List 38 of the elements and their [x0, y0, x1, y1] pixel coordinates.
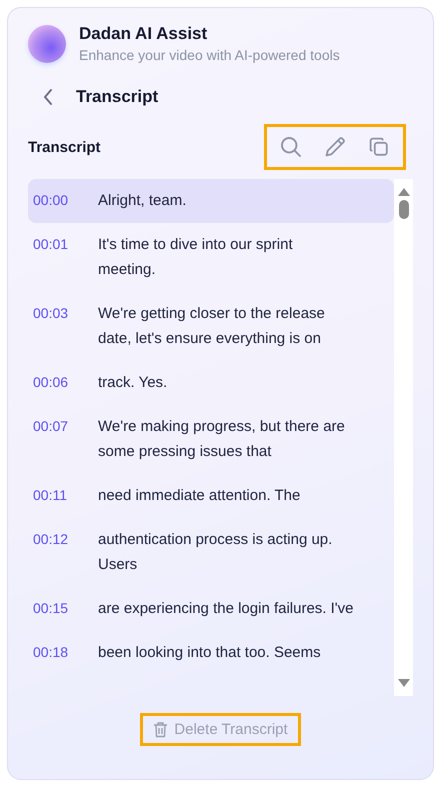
transcript-text: We're making progress, but there are some pressing issues that: [98, 417, 345, 462]
transcript-row[interactable]: 00:18 been looking into that too. Seems: [28, 631, 394, 675]
transcript-row[interactable]: 00:15 are experiencing the login failures. I've: [28, 587, 394, 631]
timestamp: 00:07: [33, 417, 70, 436]
transcript-row[interactable]: 00:03 We're getting closer to the release date, let's ensure everything is on: [28, 292, 394, 361]
page-title: Transcript: [76, 87, 158, 107]
section-title: Transcript: [28, 138, 101, 156]
transcript-row[interactable]: 00:12 authentication process is acting up. Users: [28, 518, 394, 587]
transcript-row[interactable]: 00:01 It's time to dive into our sprint meeting.: [28, 223, 394, 292]
trash-icon: [153, 721, 168, 738]
timestamp: 00:11: [33, 486, 68, 505]
transcript-row[interactable]: 00:00 Alright, team.: [28, 179, 394, 223]
back-icon[interactable]: [42, 88, 54, 106]
scrollbar[interactable]: [394, 179, 413, 696]
transcript-text: authentication process is acting up. Users: [98, 530, 332, 575]
scroll-down-icon[interactable]: [396, 678, 410, 688]
logo-icon: [28, 24, 66, 62]
transcript-text: track. Yes.: [98, 373, 168, 393]
scroll-thumb[interactable]: [398, 200, 408, 219]
app-title: Dadan AI Assist: [79, 24, 208, 44]
transcript-row[interactable]: 00:07 We're making progress, but there are some pressing issues that: [28, 405, 394, 474]
scroll-up-icon[interactable]: [396, 187, 410, 197]
timestamp: 00:01: [33, 235, 70, 254]
app-subtitle: Enhance your video with AI-powered tools: [79, 47, 340, 63]
transcript-text: are experiencing the login failures. I've: [98, 599, 354, 619]
transcript-text: It's time to dive into our sprint meeting.: [98, 235, 293, 280]
timestamp: 00:06: [33, 373, 70, 392]
timestamp: 00:18: [33, 643, 70, 662]
transcript-text: Alright, team.: [98, 191, 186, 211]
timestamp: 00:00: [33, 191, 70, 210]
timestamp: 00:15: [33, 599, 70, 618]
transcript-text: been looking into that too. Seems: [98, 643, 321, 663]
transcript-text: need immediate attention. The: [98, 486, 300, 506]
transcript-text: We're getting closer to the release date, let's ensure everything is on: [98, 304, 325, 349]
timestamp: 00:12: [33, 530, 70, 549]
transcript-row[interactable]: 00:06 track. Yes.: [28, 361, 394, 405]
transcript-row[interactable]: 00:11 need immediate attention. The: [28, 474, 394, 518]
timestamp: 00:03: [33, 304, 70, 323]
